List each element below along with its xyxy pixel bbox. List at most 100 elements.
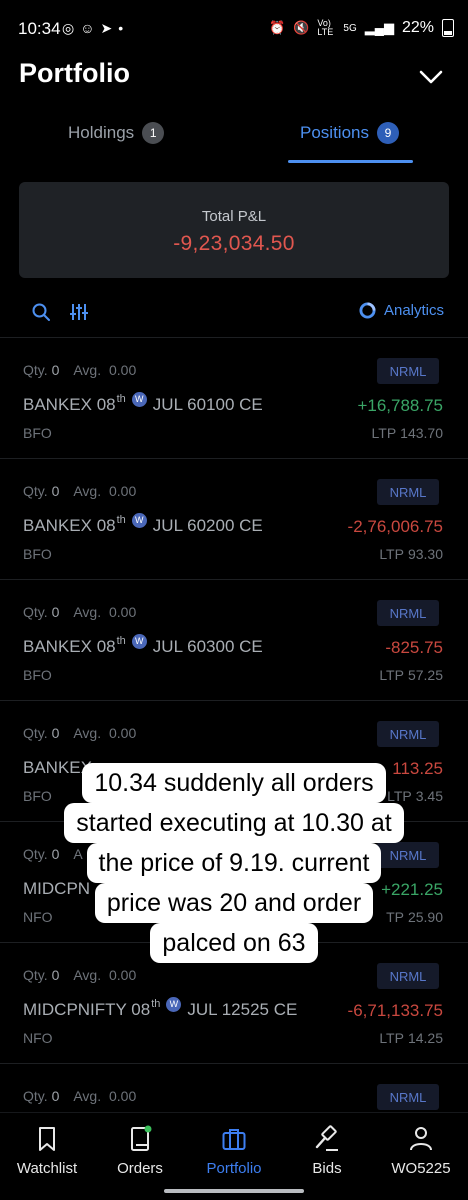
tab-holdings[interactable]: Holdings 1 [68,122,165,144]
search-icon[interactable] [30,301,52,323]
qty-label: Qty. [23,483,48,499]
nav-watchlist[interactable]: Watchlist [2,1125,92,1177]
qty-info: Qty. 0 Avg. 0.00 [23,1088,136,1104]
date-suffix: th [151,998,161,1010]
ltp: LTP 57.25 [379,667,443,683]
nav-watchlist-label: Watchlist [16,1160,78,1177]
contract: JUL 60200 CE [152,516,263,535]
ltp-label: LTP [379,1030,404,1046]
gesture-bar[interactable] [164,1189,304,1193]
caption-overlay: 10.34 suddenly all orders started execut… [64,759,404,963]
instrument-name: BANKEX 08th W JUL 60300 CE [23,633,263,657]
instrument-name: BANKEX 08th W JUL 60200 CE [23,512,263,536]
avg-value: 0.00 [108,362,137,378]
nav-portfolio[interactable]: Portfolio [189,1125,279,1177]
position-pnl: -2,76,006.75 [347,517,443,536]
dot-icon: • [118,20,124,36]
alarm-icon: ⏰ [269,20,286,35]
nav-profile[interactable]: WO5225 [376,1125,466,1177]
position-row[interactable]: Qty. 0 Avg. 0.00 NRML BANKEX 08th W JUL 601… [0,337,468,458]
product-badge: NRML [377,600,439,626]
total-pnl-card: Total P&L -9,23,034.50 [19,182,449,278]
exchange: BFO [23,788,52,804]
qty-label: Qty. [23,967,48,983]
notification-icons: ◎ ☺ ➤ • [62,20,123,37]
qty-label: Qty. [23,846,48,862]
caption-line: palced on 63 [150,923,318,963]
volte-icon: Vo) LTE [317,18,334,37]
total-pnl-label: Total P&L [201,208,267,225]
mute-icon: 🔇 [293,20,310,35]
avg-label: Avg. [73,362,102,378]
qty-value: 0 [51,362,60,378]
telegram-icon: ➤ [100,20,113,36]
briefcase-icon [222,1129,246,1150]
position-row[interactable]: Qty. 0 Avg. 0.00 NRML BANKEX 08th W JUL 602… [0,458,468,579]
caption-line: the price of 9.19. current [86,843,382,883]
total-pnl-value: -9,23,034.50 [173,232,295,255]
snapchat-icon: ☺ [80,20,95,36]
caption-line: 10.34 suddenly all orders [82,763,386,803]
chevron-down-icon[interactable] [418,64,444,90]
date-suffix: th [116,514,126,526]
holdings-count-badge: 1 [142,122,165,144]
exchange: BFO [23,425,52,441]
tab-positions-label: Positions [300,123,369,142]
nav-bids[interactable]: Bids [282,1125,372,1177]
bookmark-icon [39,1127,55,1151]
date-suffix: th [116,393,126,405]
qty-value: 0 [51,846,60,862]
tab-positions[interactable]: Positions 9 [300,122,399,144]
ltp-label: LTP [379,667,404,683]
qty-value: 0 [51,604,60,620]
tab-holdings-label: Holdings [68,123,135,142]
ltp-label: LTP [379,546,404,562]
analytics-icon [359,302,376,319]
qty-info: Qty. 0 Avg. 0.00 [23,604,136,620]
avg-label: Avg. [73,967,102,983]
book-icon [131,1125,152,1151]
instrument-name: MIDCPNIFTY 08th W JUL 12525 CE [23,996,298,1020]
qty-label: Qty. [23,725,48,741]
status-time: 10:34 [18,19,61,38]
ltp-value: 143.70 [400,425,443,441]
qty-label: Qty. [23,362,48,378]
symbol: BANKEX 08 [23,395,116,414]
ltp-value: 25.90 [407,909,443,925]
qty-info: Qty. 0 Avg. 0.00 [23,967,136,983]
contract: JUL 60100 CE [152,395,263,414]
product-badge: NRML [377,358,439,384]
avg-value: 0.00 [108,1088,137,1104]
position-row[interactable]: Qty. 0 Avg. 0.00 NRML BANKEX 08th W JUL 603… [0,579,468,700]
qty-info: Qty. 0 Avg. 0.00 [23,362,136,378]
weekly-badge-icon: W [166,996,182,1012]
system-icons: ⏰ 🔇 Vo) LTE 5G ▂▄▆ 22% [269,19,454,37]
ltp-value: 3.45 [415,788,443,804]
analytics-button[interactable]: Analytics [359,302,444,319]
nav-orders-label: Orders [117,1160,163,1177]
avg-label: Avg. [73,1088,102,1104]
caption-line: started executing at 10.30 at [64,803,404,843]
nav-profile-label: WO5225 [391,1160,451,1177]
battery-icon [442,19,454,37]
ltp: LTP 93.30 [379,546,443,562]
contract: JUL 12525 CE [187,1000,298,1019]
qty-value: 0 [51,483,60,499]
qty-info: Qty. 0 Avg. 0.00 [23,725,136,741]
exchange: NFO [23,909,53,925]
filter-sliders-icon[interactable] [68,301,90,323]
nav-orders[interactable]: Orders [95,1125,185,1177]
ltp-value: 14.25 [407,1030,443,1046]
ltp-value: 57.25 [407,667,443,683]
signal-icon: ▂▄▆ [364,20,394,35]
active-tab-indicator [288,160,413,163]
symbol: MIDCPNIFTY 08 [23,1000,151,1019]
ltp: LTP 143.70 [372,425,443,441]
ltp: LTP 14.25 [379,1030,443,1046]
analytics-label: Analytics [383,302,444,319]
avg-value: 0.00 [108,604,137,620]
position-pnl: -825.75 [385,638,443,657]
ltp-label: LTP [371,425,397,441]
position-pnl: +16,788.75 [357,396,443,415]
qty-label: Qty. [23,1088,48,1104]
